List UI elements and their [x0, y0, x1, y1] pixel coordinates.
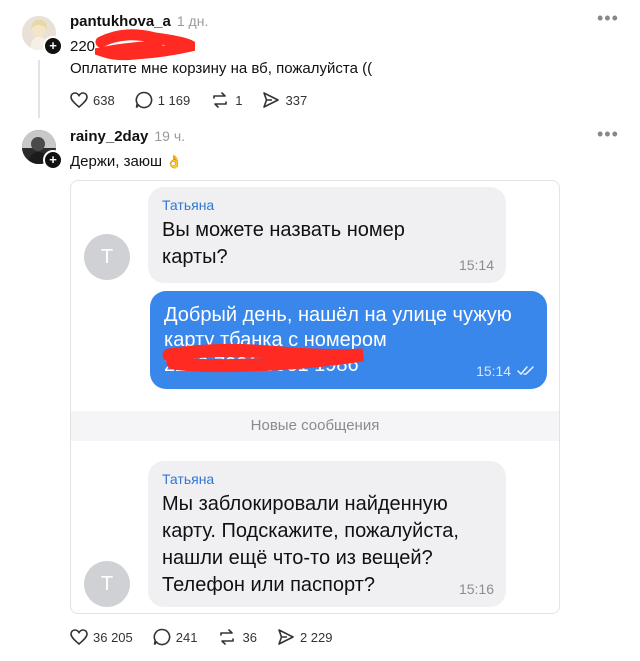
chat-message-outgoing: Добрый день, нашёл на улице чужую карту … — [150, 291, 547, 389]
post1-like-button[interactable]: 638 — [70, 92, 115, 108]
heart-icon — [70, 92, 88, 108]
post2-reposts: 36 — [242, 629, 257, 645]
post2-actions: 36 205 241 36 2 229 — [70, 628, 352, 646]
outgoing-line-1: Добрый день, нашёл на улице чужую — [164, 304, 512, 326]
double-check-icon — [517, 366, 534, 376]
post2-like-button[interactable]: 36 205 — [70, 629, 133, 645]
follow-plus-icon[interactable]: + — [43, 36, 63, 56]
message-time-2: 15:14 — [476, 363, 535, 379]
post1-text: Оплатите мне корзину на вб, пожалуйста (… — [70, 60, 373, 77]
comment-icon — [135, 91, 153, 109]
post1-redacted-start: 220 — [70, 38, 96, 55]
new-messages-divider: Новые сообщения — [71, 411, 559, 441]
outgoing-time: 15:14 — [476, 363, 512, 379]
follow-plus-icon-2[interactable]: + — [43, 150, 63, 170]
message-text-1: Вы можете назвать номер карты? — [162, 219, 405, 268]
post2-username[interactable]: rainy_2day — [70, 128, 148, 145]
sender-name-3: Татьяна — [162, 471, 215, 487]
post1-more-icon[interactable]: ••• — [597, 8, 619, 29]
chat-message-incoming-1: Татьяна Вы можете назвать номер карты? 1… — [148, 187, 506, 283]
share-icon — [263, 92, 280, 108]
redaction-scribble-1 — [95, 29, 195, 61]
message-time-1: 15:14 — [458, 257, 494, 273]
ok-hand-emoji: 👌 — [166, 154, 183, 169]
post2-comment-button[interactable]: 241 — [153, 628, 198, 646]
sender-name-1: Татьяна — [162, 197, 215, 213]
tatyana-avatar-2: Т — [84, 561, 130, 607]
share-icon — [278, 629, 294, 645]
post2-more-icon[interactable]: ••• — [597, 124, 619, 145]
post2-share-button[interactable]: 2 229 — [277, 628, 333, 646]
thread-line — [38, 60, 40, 118]
post1-share-button[interactable]: 337 — [262, 91, 307, 109]
redaction-scribble-2 — [162, 343, 364, 373]
post2-shares: 2 229 — [299, 629, 333, 645]
post2-time: 19 ч. — [154, 128, 186, 144]
post2-repost-button[interactable]: 36 — [217, 628, 257, 646]
post2-likes: 36 205 — [93, 629, 133, 645]
post2-comments: 241 — [175, 629, 198, 645]
comment-icon — [153, 628, 171, 646]
post1-reposts: 1 — [235, 92, 243, 108]
tatyana-avatar-1: Т — [84, 234, 130, 280]
message-time-3: 15:16 — [458, 581, 494, 597]
chat-screenshot: Т Татьяна Вы можете назвать номер карты?… — [70, 180, 560, 614]
post1-comment-button[interactable]: 1 169 — [135, 91, 191, 109]
post1-comments: 1 169 — [157, 92, 191, 108]
post2-text: Держи, заюш — [70, 153, 163, 170]
post1-repost-button[interactable]: 1 — [210, 91, 242, 109]
chat-message-incoming-2: Татьяна Мы заблокировали найденную карту… — [148, 461, 506, 607]
message-text-3: Мы заблокировали найденную карту. Подска… — [162, 493, 459, 596]
post1-likes: 638 — [93, 92, 115, 108]
heart-icon — [70, 629, 88, 645]
repost-icon — [220, 629, 235, 645]
post1-actions: 638 1 169 1 337 — [70, 91, 327, 109]
post1-shares: 337 — [285, 92, 308, 108]
repost-icon — [213, 92, 228, 108]
